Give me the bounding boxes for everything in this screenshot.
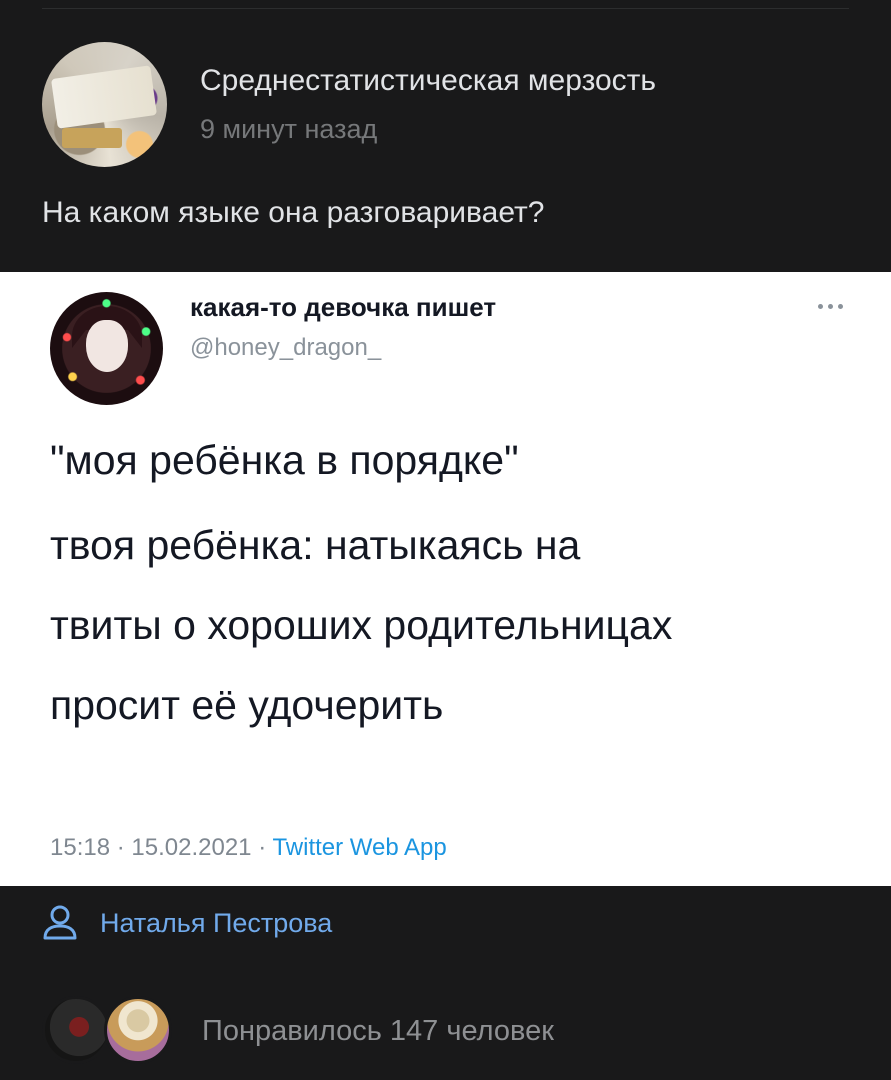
tweet-meta: 15:18 · 15.02.2021 · Twitter Web App bbox=[50, 834, 447, 862]
tweet-author-handle: @honey_dragon_ bbox=[190, 334, 382, 361]
tweet-author-avatar bbox=[50, 292, 163, 405]
tweet-author-name: какая-то девочка пишет bbox=[190, 292, 497, 322]
meta-separator: · bbox=[116, 834, 125, 861]
post-text: На каком языке она разговаривает? bbox=[42, 196, 545, 229]
post-author-avatar[interactable] bbox=[42, 42, 167, 167]
original-author-link[interactable]: Наталья Пестрова bbox=[42, 903, 332, 943]
original-author-name: Наталья Пестрова bbox=[100, 907, 333, 938]
meta-separator: · bbox=[258, 834, 267, 861]
tweet-response-text: твоя ребёнка: натыкаясь на твиты о хорош… bbox=[50, 522, 673, 728]
likes-summary[interactable]: Понравилось 147 человек bbox=[42, 996, 554, 1066]
tweet-date: 15.02.2021 bbox=[131, 834, 252, 861]
avatar-lights bbox=[50, 292, 163, 405]
tweet-source: Twitter Web App bbox=[272, 834, 447, 861]
user-icon bbox=[43, 905, 77, 940]
liker-avatars bbox=[42, 996, 192, 1066]
top-divider bbox=[42, 8, 849, 9]
avatar-collage-piece bbox=[62, 128, 122, 148]
avatar-collage-piece bbox=[51, 65, 157, 129]
post-header: Среднестатистическая мерзость 9 минут на… bbox=[42, 42, 842, 167]
tweet-time: 15:18 bbox=[50, 834, 111, 861]
post-timestamp[interactable]: 9 минут назад bbox=[200, 114, 377, 145]
post-author-name[interactable]: Среднестатистическая мерзость bbox=[200, 64, 656, 98]
likes-count-text: Понравилось 147 человек bbox=[202, 1014, 554, 1047]
tweet-screenshot[interactable]: какая-то девочка пишет @honey_dragon_ "м… bbox=[0, 272, 891, 886]
liker-avatar bbox=[42, 996, 110, 1064]
more-options-icon bbox=[818, 298, 856, 314]
liker-avatar bbox=[104, 996, 172, 1064]
tweet-quote-line: "моя ребёнка в порядке" bbox=[50, 437, 519, 483]
tweet-body: "моя ребёнка в порядке" твоя ребёнка: на… bbox=[50, 440, 870, 745]
